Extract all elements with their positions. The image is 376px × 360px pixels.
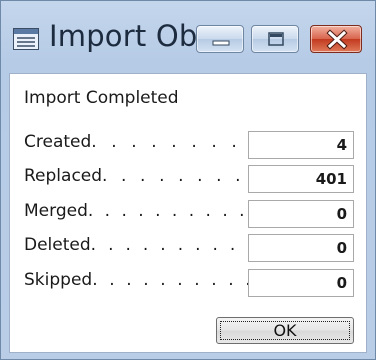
deleted-leader-dots: . . . . . . . . . . [90,235,257,255]
minimize-button[interactable] [196,25,244,53]
ok-button[interactable]: OK [216,317,354,344]
replaced-value: 401 [248,165,354,193]
skipped-label: Skipped. . . . . . . . . . [24,270,254,290]
replaced-leader-dots: . . . . . . . . . [102,166,264,186]
created-leader-dots: . . . . . . . . . [91,132,262,152]
created-value: 4 [248,131,354,159]
deleted-value: 0 [248,234,354,262]
merged-label: Merged. . . . . . . . . . [24,201,248,221]
merged-value: 0 [248,200,354,228]
created-label-text: Created [24,132,92,152]
title-bar[interactable]: Import Ob... [1,1,375,73]
skipped-label-text: Skipped [24,270,93,290]
import-completed-header: Import Completed [24,88,179,108]
created-label: Created. . . . . . . . . [24,132,261,152]
close-icon [326,29,348,50]
maximize-icon [268,32,284,46]
ok-button-label: OK [273,321,297,340]
deleted-label: Deleted. . . . . . . . . . [24,235,256,255]
replaced-label: Replaced. . . . . . . . . [24,166,264,186]
minimize-icon [212,40,230,46]
dialog-app-icon[interactable] [13,28,39,50]
skipped-leader-dots: . . . . . . . . . . [92,270,254,290]
merged-label-text: Merged [24,201,88,221]
deleted-label-text: Deleted [24,235,91,255]
replaced-label-text: Replaced [24,166,103,186]
maximize-button[interactable] [251,25,299,53]
close-button[interactable] [310,25,362,53]
merged-leader-dots: . . . . . . . . . . [87,201,248,221]
skipped-value: 0 [248,269,354,297]
